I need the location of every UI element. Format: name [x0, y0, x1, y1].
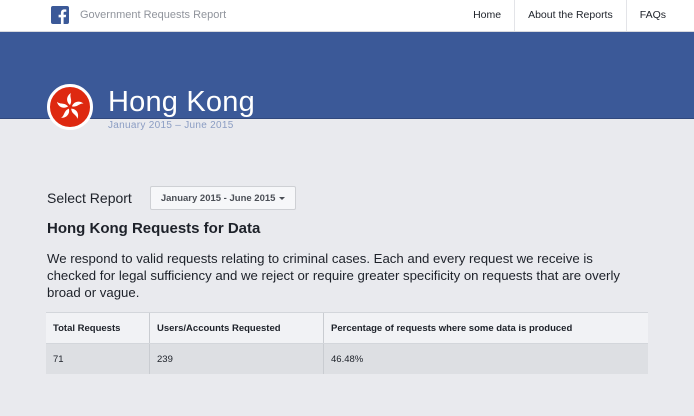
chevron-down-icon — [279, 196, 286, 200]
hong-kong-flag-icon — [47, 84, 93, 130]
nav-home-link[interactable]: Home — [460, 0, 514, 31]
country-title: Hong Kong — [108, 86, 255, 118]
top-bar: Government Requests Report Home About th… — [0, 0, 694, 32]
nav-faqs-link[interactable]: FAQs — [625, 0, 694, 31]
cell-users-accounts: 239 — [149, 343, 324, 374]
report-period-dropdown[interactable]: January 2015 - June 2015 — [149, 186, 297, 210]
cell-total-requests: 71 — [46, 343, 150, 374]
report-period-dropdown-value: January 2015 - June 2015 — [160, 192, 276, 204]
top-nav: Home About the Reports FAQs — [460, 0, 694, 31]
select-report-label: Select Report — [47, 190, 132, 206]
column-header-users-accounts: Users/Accounts Requested — [149, 312, 324, 344]
column-header-percentage-produced: Percentage of requests where some data i… — [323, 312, 648, 344]
site-title[interactable]: Government Requests Report — [80, 9, 226, 21]
requests-table: Total Requests Users/Accounts Requested … — [46, 312, 648, 374]
cell-percentage-produced: 46.48% — [323, 343, 648, 374]
column-header-total-requests: Total Requests — [46, 312, 150, 344]
section-description: We respond to valid requests relating to… — [47, 251, 620, 300]
nav-about-reports-link[interactable]: About the Reports — [514, 0, 626, 31]
country-hero-banner: Hong Kong January 2015 – June 2015 — [0, 32, 694, 131]
section-title: Hong Kong Requests for Data — [47, 220, 261, 237]
report-period-subtitle: January 2015 – June 2015 — [108, 120, 234, 131]
report-select-row: Select Report January 2015 - June 2015 — [47, 186, 297, 210]
table-header-row: Total Requests Users/Accounts Requested … — [46, 312, 648, 344]
facebook-logo-icon[interactable] — [51, 6, 69, 24]
table-row: 71 239 46.48% — [46, 343, 648, 374]
